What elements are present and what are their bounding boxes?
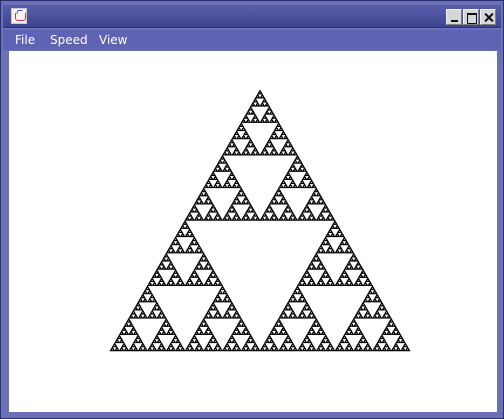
sierpinski-triangle [109, 89, 411, 352]
menu-file[interactable]: File [15, 32, 35, 48]
minimize-button[interactable] [446, 9, 462, 25]
application-window: File Speed View [0, 0, 504, 419]
title-bar[interactable] [3, 5, 501, 28]
close-button[interactable] [480, 9, 496, 25]
java-cup-icon[interactable] [11, 8, 27, 24]
drawing-canvas[interactable] [9, 51, 497, 412]
menu-view[interactable]: View [99, 32, 127, 48]
menu-bar: File Speed View [3, 30, 501, 50]
maximize-button[interactable] [463, 9, 479, 25]
menu-speed[interactable]: Speed [50, 32, 88, 48]
fractal-path [109, 89, 411, 352]
